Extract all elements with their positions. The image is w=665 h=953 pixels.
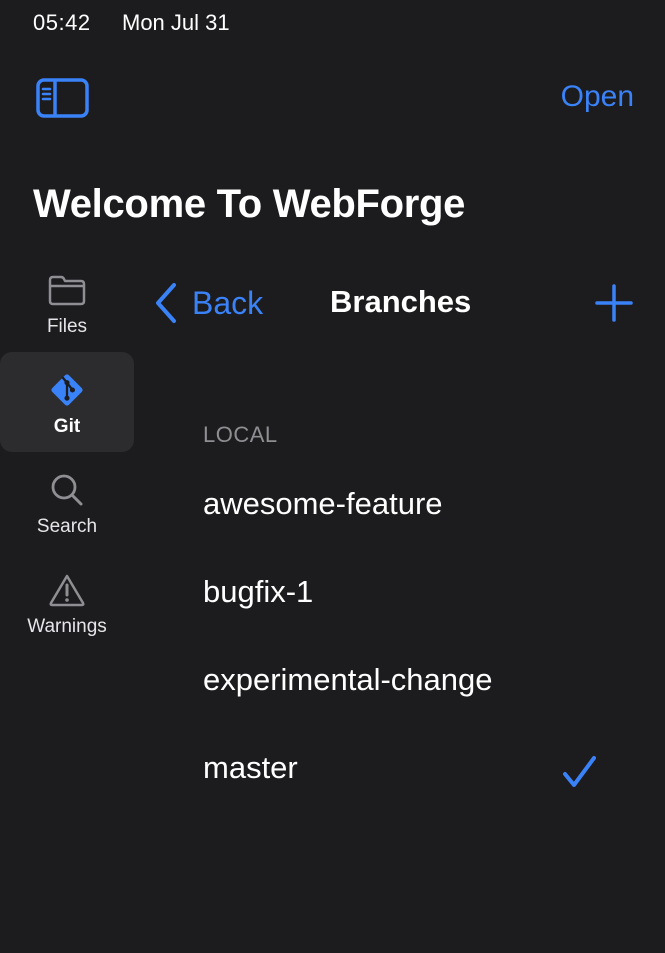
branch-name: bugfix-1 [203, 574, 314, 609]
back-button[interactable]: Back [154, 282, 263, 324]
folder-icon [47, 270, 87, 310]
nav-item-label: Search [36, 516, 98, 537]
nav-item-label: Warnings [27, 616, 107, 637]
nav-item-search[interactable]: Search [0, 452, 134, 552]
branches-nav-bar: Back Branches [140, 270, 665, 336]
branch-row-current[interactable]: master [180, 728, 665, 816]
back-label: Back [192, 284, 264, 321]
branch-name: master [203, 750, 298, 785]
branch-row[interactable]: bugfix-1 [180, 552, 665, 640]
branch-name: awesome-feature [203, 486, 443, 521]
git-icon [47, 370, 87, 410]
chevron-left-icon [156, 283, 176, 323]
branch-name: experimental-change [203, 662, 493, 697]
nav-item-git[interactable]: Git [0, 352, 134, 452]
nav-item-files[interactable]: Files [0, 252, 134, 352]
status-time: 05:42 [33, 10, 91, 35]
open-button[interactable]: Open [561, 80, 634, 114]
branch-row[interactable]: experimental-change [180, 640, 665, 728]
nav-item-label: Git [53, 416, 81, 437]
nav-item-label: Files [46, 316, 88, 337]
add-branch-button[interactable] [595, 284, 633, 322]
section-header-local: LOCAL [203, 422, 278, 447]
status-date: Mon Jul 31 [122, 10, 230, 35]
warning-triangle-icon [47, 570, 87, 610]
plus-icon [595, 284, 633, 322]
sidebar-left-icon [36, 78, 89, 118]
nav-title: Branches [330, 284, 472, 319]
page-title: Welcome To WebForge [33, 182, 466, 226]
branch-list: awesome-feature bugfix-1 experimental-ch… [180, 464, 665, 816]
sidebar-toggle-button[interactable] [36, 78, 89, 118]
nav-item-warnings[interactable]: Warnings [0, 552, 134, 652]
checkmark-icon [563, 756, 596, 787]
branch-row[interactable]: awesome-feature [180, 464, 665, 552]
magnifying-glass-icon [47, 470, 87, 510]
